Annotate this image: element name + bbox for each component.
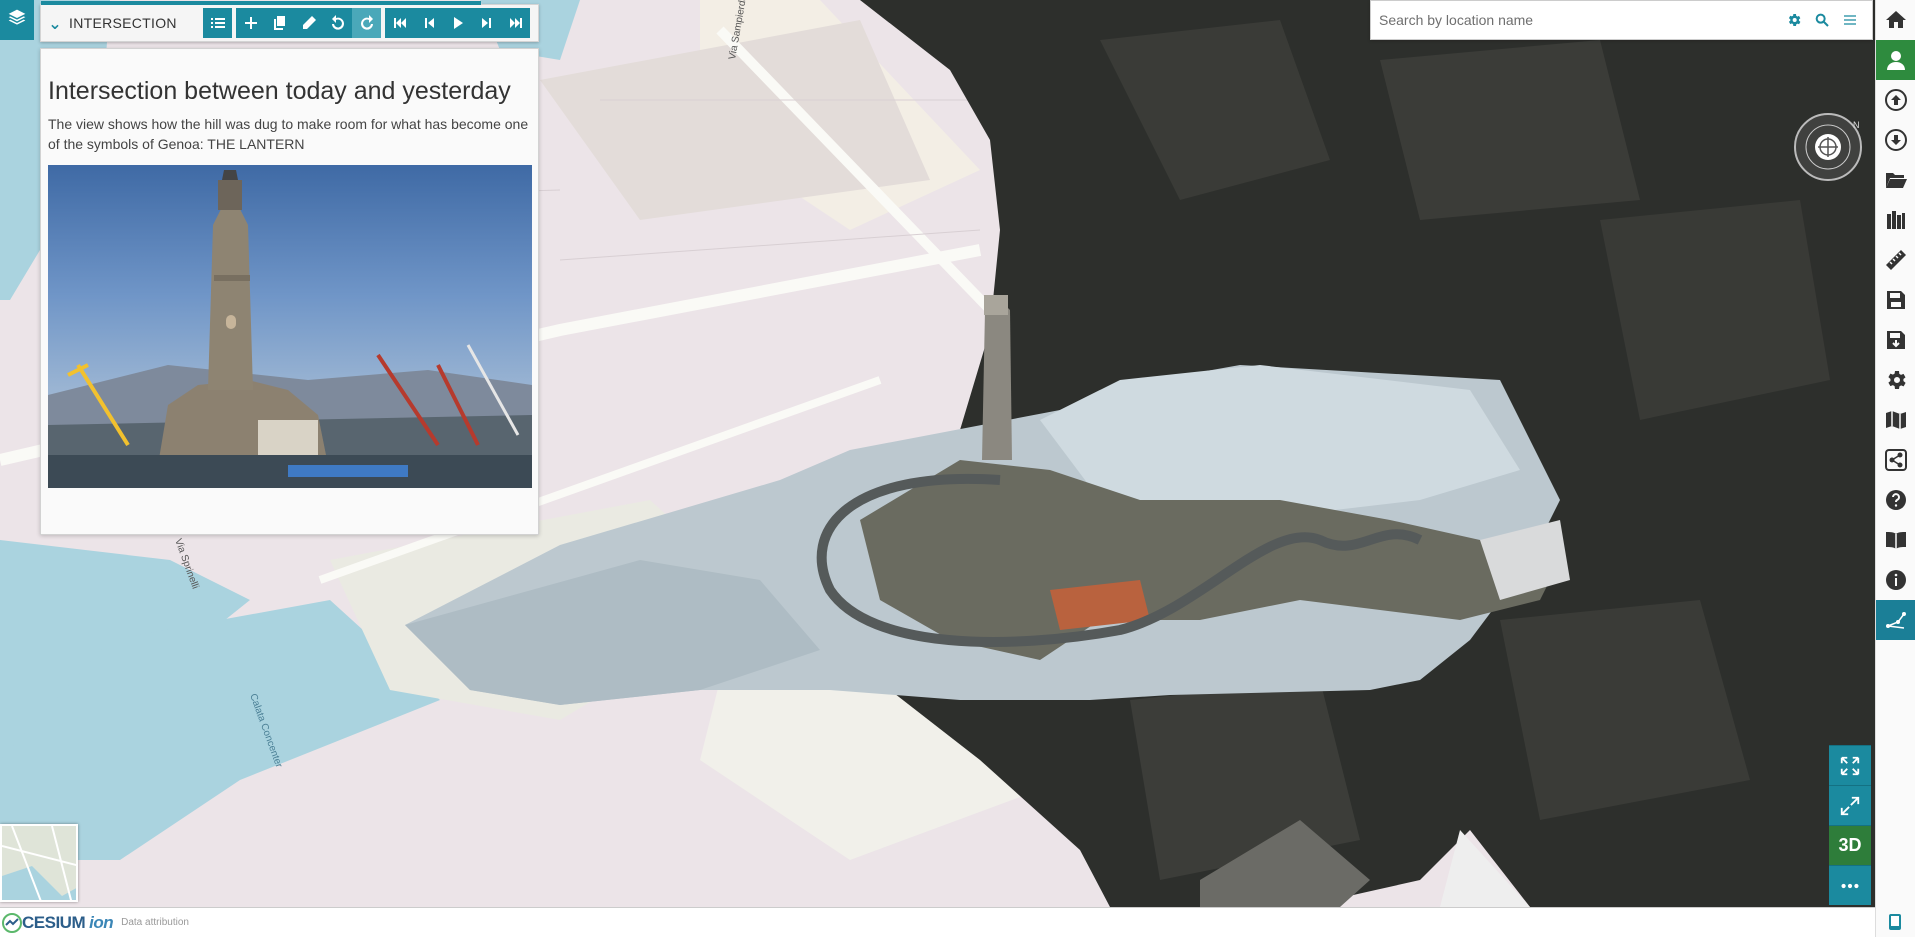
fullscreen-button[interactable] (1829, 785, 1871, 825)
map-controls: 3D (1829, 745, 1871, 905)
cesium-ion-text: ion (89, 912, 114, 932)
step-forward-icon (481, 18, 491, 28)
user-button[interactable] (1876, 40, 1915, 80)
last-button[interactable] (501, 8, 530, 38)
measure-button[interactable] (1876, 240, 1915, 280)
bottom-bar: CESIUM ion Data attribution (0, 907, 1875, 937)
copy-icon (273, 16, 285, 30)
home-icon (1886, 11, 1906, 28)
folder-open-icon (1886, 173, 1907, 188)
next-button[interactable] (472, 8, 501, 38)
fit-view-button[interactable] (1829, 745, 1871, 785)
svg-text:N: N (1853, 120, 1860, 130)
cesium-logo-icon (2, 912, 22, 933)
home-button[interactable] (1876, 0, 1915, 40)
list-icon (210, 18, 225, 28)
compass-navigation[interactable]: N (1793, 112, 1863, 182)
skip-last-icon (509, 18, 522, 28)
skip-first-icon (393, 18, 406, 28)
overview-minimap[interactable] (0, 824, 78, 902)
upload-button[interactable] (1876, 80, 1915, 120)
phone-icon (1889, 914, 1901, 930)
play-button[interactable] (443, 8, 472, 38)
tutorial-button[interactable] (1876, 520, 1915, 560)
hamburger-icon (1844, 15, 1856, 25)
map-icon (1886, 411, 1906, 429)
gear-icon (1888, 371, 1906, 389)
story-button[interactable] (1876, 600, 1915, 640)
right-sidebar (1875, 0, 1915, 937)
search-icon (1815, 13, 1829, 27)
catalog-button[interactable] (1876, 200, 1915, 240)
story-image (48, 165, 532, 488)
save-as-button[interactable] (1876, 320, 1915, 360)
cesium-logo[interactable]: CESIUM ion (2, 912, 114, 933)
more-dots-icon (1841, 883, 1859, 888)
gear-icon (1788, 14, 1801, 26)
edit-group (236, 8, 381, 38)
save-button[interactable] (1876, 280, 1915, 320)
share-icon (1885, 449, 1907, 471)
lighthouse-photo (48, 170, 532, 488)
fullscreen-icon (1840, 796, 1860, 815)
copy-button[interactable] (265, 8, 294, 38)
chevron-down-icon[interactable]: ⌄ (41, 14, 69, 33)
expand-corners-icon (1840, 756, 1860, 775)
save-as-icon (1887, 331, 1905, 349)
ruler-icon (1886, 250, 1906, 270)
share-button[interactable] (1876, 440, 1915, 480)
first-button[interactable] (385, 8, 414, 38)
settings-button[interactable] (1876, 360, 1915, 400)
info-icon (1886, 570, 1906, 590)
undo-button[interactable] (323, 8, 352, 38)
pencil-icon (302, 16, 316, 29)
help-icon (1886, 490, 1906, 510)
more-button[interactable] (1829, 865, 1871, 905)
search-settings-button[interactable] (1780, 12, 1808, 28)
minimap-graphic (2, 826, 76, 900)
info-button[interactable] (1876, 560, 1915, 600)
catalog-icon (1887, 211, 1905, 229)
map-tools-button[interactable] (1876, 400, 1915, 440)
search-button[interactable] (1808, 12, 1836, 28)
data-attribution-link[interactable]: Data attribution (121, 917, 189, 928)
edit-button[interactable] (294, 8, 323, 38)
playback-group (385, 8, 530, 38)
layers-icon (7, 8, 27, 32)
story-map-icon (1886, 612, 1906, 629)
add-button[interactable] (236, 8, 265, 38)
search-input[interactable] (1379, 12, 1780, 28)
redo-button[interactable] (352, 8, 381, 38)
story-card: Intersection between today and yesterday… (40, 48, 539, 535)
undo-icon (331, 15, 344, 30)
story-heading: Intersection between today and yesterday (48, 77, 511, 105)
story-title: INTERSECTION (69, 15, 177, 31)
list-group (203, 8, 232, 38)
story-toolbar: ⌄ INTERSECTION (40, 1, 539, 42)
upload-icon (1885, 89, 1907, 111)
list-button[interactable] (203, 8, 232, 38)
compass-icon: N (1794, 113, 1862, 181)
book-icon (1886, 532, 1906, 549)
download-icon (1885, 129, 1907, 151)
download-button[interactable] (1876, 120, 1915, 160)
user-icon (1887, 51, 1905, 70)
previous-button[interactable] (414, 8, 443, 38)
mobile-toggle-button[interactable] (1875, 907, 1915, 937)
step-back-icon (424, 18, 434, 28)
plus-icon (244, 17, 257, 29)
play-icon (453, 17, 463, 29)
help-button[interactable] (1876, 480, 1915, 520)
save-icon (1887, 291, 1905, 309)
toolbar-accent-line (41, 1, 481, 5)
menu-button[interactable] (1836, 12, 1864, 28)
mode-3d-button[interactable]: 3D (1829, 825, 1871, 865)
story-description: The view shows how the hill was dug to m… (48, 116, 529, 152)
open-button[interactable] (1876, 160, 1915, 200)
redo-icon (360, 15, 373, 30)
layers-button[interactable] (0, 0, 34, 40)
search-bar (1370, 0, 1873, 40)
cesium-logo-text: CESIUM (22, 912, 86, 932)
